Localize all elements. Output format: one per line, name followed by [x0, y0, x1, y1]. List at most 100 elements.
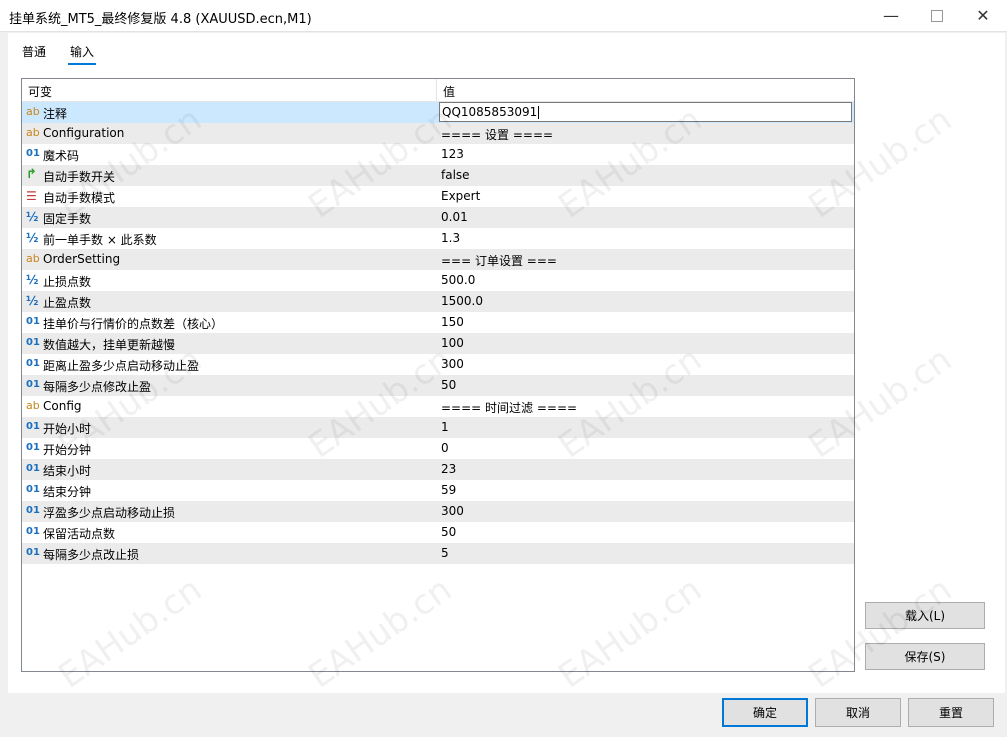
column-header-value[interactable]: 值: [443, 83, 455, 100]
table-row[interactable]: 01 每隔多少点改止损 5: [22, 543, 854, 564]
table-row[interactable]: ab Configuration ==== 设置 ====: [22, 123, 854, 144]
string-icon: ab: [26, 252, 40, 265]
table-row[interactable]: ↱ 自动手数开关 false: [22, 165, 854, 186]
variable-name: Config: [43, 399, 82, 413]
value-edit-input[interactable]: QQ1085853091: [439, 102, 852, 122]
variable-value[interactable]: 23: [441, 462, 456, 476]
ok-button[interactable]: 确定: [722, 698, 808, 727]
variable-name: 开始小时: [43, 422, 92, 436]
variable-value[interactable]: 1500.0: [441, 294, 483, 308]
variable-value[interactable]: false: [441, 168, 470, 182]
bool-icon: ↱: [26, 167, 37, 182]
table-row[interactable]: 01 保留活动点数 50: [22, 522, 854, 543]
variable-name: 结束分钟: [43, 485, 92, 499]
variable-name: 保留活动点数: [43, 527, 116, 541]
variable-value[interactable]: 59: [441, 483, 456, 497]
string-icon: ab: [26, 399, 40, 412]
value-edit-text: QQ1085853091: [442, 105, 538, 119]
integer-icon: 01: [26, 148, 40, 159]
title-bar: 挂单系统_MT5_最终修复版 4.8 (XAUUSD.ecn,M1) — ✕: [0, 0, 1007, 32]
variable-name: 固定手数: [43, 212, 92, 226]
variable-name: 止盈点数: [43, 296, 92, 310]
text-caret: [538, 106, 540, 119]
table-row[interactable]: ½ 固定手数 0.01: [22, 207, 854, 228]
tab-general[interactable]: 普通: [22, 43, 46, 60]
table-row[interactable]: 01 每隔多少点修改止盈 50: [22, 375, 854, 396]
minimize-button[interactable]: —: [868, 0, 914, 31]
table-row[interactable]: 01 距离止盈多少点启动移动止盈 300: [22, 354, 854, 375]
variable-value[interactable]: 300: [441, 504, 464, 518]
variable-name: 注释: [43, 107, 68, 121]
variable-name: 结束小时: [43, 464, 92, 478]
integer-icon: 01: [26, 547, 40, 558]
table-row[interactable]: ½ 止损点数 500.0: [22, 270, 854, 291]
maximize-button[interactable]: [914, 0, 960, 31]
variable-value[interactable]: === 订单设置 ===: [441, 252, 557, 269]
variable-value[interactable]: 100: [441, 336, 464, 350]
variable-value[interactable]: ==== 时间过滤 ====: [441, 399, 577, 416]
table-row[interactable]: 01 数值越大，挂单更新越慢 100: [22, 333, 854, 354]
variable-value[interactable]: 0: [441, 441, 449, 455]
variable-value[interactable]: 1: [441, 420, 449, 434]
enum-icon: ☰: [26, 189, 37, 203]
double-icon: ½: [26, 231, 39, 245]
table-row[interactable]: 01 开始小时 1: [22, 417, 854, 438]
variable-value[interactable]: 123: [441, 147, 464, 161]
grid-header: 可变 值: [22, 79, 854, 102]
integer-icon: 01: [26, 463, 40, 474]
variable-value[interactable]: ==== 设置 ====: [441, 126, 553, 143]
variable-name: 止损点数: [43, 275, 92, 289]
variable-value[interactable]: 1.3: [441, 231, 460, 245]
variable-value[interactable]: 300: [441, 357, 464, 371]
string-icon: ab: [26, 126, 40, 139]
variable-value[interactable]: 50: [441, 525, 456, 539]
variable-name: OrderSetting: [43, 252, 121, 266]
table-row[interactable]: 01 挂单价与行情价的点数差（核心） 150: [22, 312, 854, 333]
integer-icon: 01: [26, 379, 40, 390]
variable-name: 挂单价与行情价的点数差（核心）: [43, 317, 224, 331]
column-header-variable[interactable]: 可变: [28, 83, 52, 100]
table-row[interactable]: ½ 前一单手数 × 此系数 1.3: [22, 228, 854, 249]
close-icon: ✕: [976, 6, 990, 25]
variable-value[interactable]: 500.0: [441, 273, 475, 287]
variable-value[interactable]: Expert: [441, 189, 480, 203]
table-row[interactable]: ½ 止盈点数 1500.0: [22, 291, 854, 312]
cancel-button[interactable]: 取消: [815, 698, 901, 727]
variable-name: Configuration: [43, 126, 125, 140]
variable-value[interactable]: 50: [441, 378, 456, 392]
variable-name: 每隔多少点改止损: [43, 548, 140, 562]
minimize-icon: —: [883, 6, 899, 25]
variable-name: 自动手数开关: [43, 170, 116, 184]
variable-name: 开始分钟: [43, 443, 92, 457]
integer-icon: 01: [26, 484, 40, 495]
save-button[interactable]: 保存(S): [865, 643, 985, 670]
integer-icon: 01: [26, 316, 40, 327]
variable-value[interactable]: 0.01: [441, 210, 468, 224]
integer-icon: 01: [26, 505, 40, 516]
table-row[interactable]: ab Config ==== 时间过滤 ====: [22, 396, 854, 417]
table-row[interactable]: ab 注释 QQ1085853091: [22, 102, 854, 123]
variable-name: 距离止盈多少点启动移动止盈: [43, 359, 200, 373]
reset-button[interactable]: 重置: [908, 698, 994, 727]
variable-name: 魔术码: [43, 149, 80, 163]
table-row[interactable]: 01 魔术码 123: [22, 144, 854, 165]
double-icon: ½: [26, 210, 39, 224]
variable-value[interactable]: 5: [441, 546, 449, 560]
table-row[interactable]: ☰ 自动手数模式 Expert: [22, 186, 854, 207]
variable-name: 数值越大，挂单更新越慢: [43, 338, 176, 352]
inputs-grid: 可变 值 ab 注释 QQ1085853091 ab Configuration ====…: [21, 78, 855, 672]
variable-value[interactable]: 150: [441, 315, 464, 329]
integer-icon: 01: [26, 526, 40, 537]
integer-icon: 01: [26, 337, 40, 348]
column-separator[interactable]: [436, 79, 437, 101]
table-row[interactable]: 01 结束分钟 59: [22, 480, 854, 501]
variable-name: 前一单手数 × 此系数: [43, 233, 157, 247]
maximize-icon: [931, 9, 943, 22]
table-row[interactable]: 01 浮盈多少点启动移动止损 300: [22, 501, 854, 522]
tab-inputs[interactable]: 输入: [67, 43, 97, 65]
load-button[interactable]: 载入(L): [865, 602, 985, 629]
table-row[interactable]: 01 结束小时 23: [22, 459, 854, 480]
table-row[interactable]: ab OrderSetting === 订单设置 ===: [22, 249, 854, 270]
close-button[interactable]: ✕: [960, 0, 1006, 31]
table-row[interactable]: 01 开始分钟 0: [22, 438, 854, 459]
